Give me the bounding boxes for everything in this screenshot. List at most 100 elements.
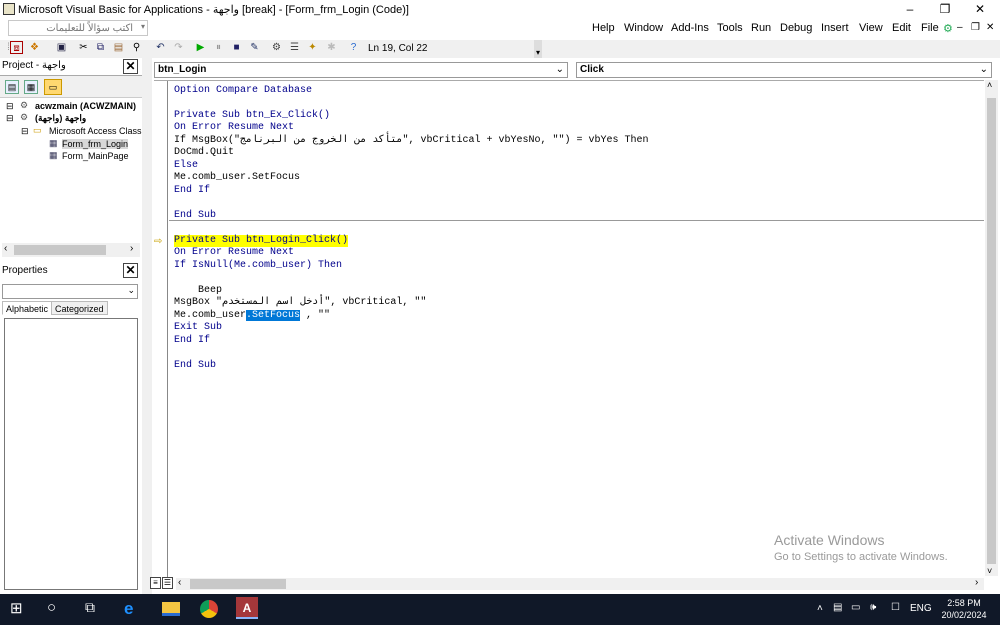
menu-insert[interactable]: Insert — [821, 22, 849, 34]
properties-list[interactable] — [4, 318, 138, 590]
input-language[interactable]: ENG — [910, 603, 932, 614]
find-icon[interactable]: ⚲ — [130, 41, 143, 54]
code-vscroll-thumb[interactable] — [987, 98, 996, 564]
battery-icon[interactable]: ▭ — [851, 602, 860, 613]
project-scroll-thumb[interactable] — [14, 245, 106, 255]
menu-view[interactable]: View — [859, 22, 883, 34]
code-line-current[interactable]: Private Sub btn_Login_Click() — [174, 235, 349, 247]
menu-add-ins[interactable]: Add-Ins — [671, 22, 709, 34]
scroll-left-icon[interactable]: ‹ — [178, 577, 181, 588]
undo-icon[interactable]: ↶ — [154, 41, 167, 54]
scroll-down-icon[interactable]: ˅ — [987, 566, 992, 576]
tree-project-main[interactable]: واجهة (واجهة) — [35, 113, 86, 124]
code-line[interactable]: Option Compare Database — [174, 85, 312, 97]
redo-icon[interactable]: ↷ — [172, 41, 185, 54]
menu-help[interactable]: Help — [592, 22, 615, 34]
mdi-restore-button[interactable]: ❐ — [971, 22, 980, 33]
code-editor[interactable]: ⇨ Option Compare Database Private Sub bt… — [154, 80, 984, 577]
full-module-view-icon[interactable]: ☰ — [162, 577, 173, 589]
cut-icon[interactable]: ✂ — [77, 41, 90, 54]
tree-form-mainpage[interactable]: Form_MainPage — [62, 151, 129, 161]
scroll-up-icon[interactable]: ˄ — [987, 80, 992, 90]
chrome-icon[interactable] — [200, 600, 218, 618]
pane-divider[interactable] — [142, 58, 152, 594]
object-select[interactable]: btn_Login ⌄ — [154, 62, 568, 78]
code-hscrollbar[interactable] — [176, 578, 984, 590]
code-line[interactable]: Beep — [174, 285, 222, 297]
file-explorer-icon[interactable] — [162, 602, 180, 616]
save-icon[interactable]: ▣ — [55, 41, 68, 54]
collapse-icon[interactable]: ⊟ — [6, 113, 14, 124]
design-mode-icon[interactable]: ✎ — [248, 41, 261, 54]
code-hscroll-thumb[interactable] — [190, 579, 286, 589]
menu-debug[interactable]: Debug — [780, 22, 812, 34]
code-line[interactable]: Exit Sub — [174, 322, 222, 334]
code-line[interactable]: MsgBox "أدخل اسم المستخدم", vbCritical, … — [174, 297, 426, 309]
toolbar-overflow[interactable]: ▾ — [534, 40, 542, 58]
copy-icon[interactable]: ⧉ — [94, 41, 107, 54]
close-button[interactable]: ✕ — [970, 1, 990, 17]
expand-icon[interactable]: ⊟ — [6, 101, 14, 112]
help-search-input[interactable]: اكتب سؤالاً للتعليمات ▾ — [8, 20, 148, 36]
tree-form-frm-login[interactable]: Form_frm_Login — [62, 139, 129, 149]
scroll-right-icon[interactable]: › — [130, 243, 133, 254]
project-explorer-icon[interactable]: ⚙ — [270, 41, 283, 54]
tab-alphabetic[interactable]: Alphabetic — [2, 301, 53, 315]
toggle-folders-icon[interactable]: ▭ — [44, 79, 62, 95]
mdi-close-button[interactable]: ✕ — [986, 22, 994, 33]
collapse-icon[interactable]: ⊟ — [21, 126, 29, 137]
code-line[interactable]: Private Sub btn_Ex_Click() — [174, 110, 330, 122]
search-icon[interactable]: ○ — [47, 599, 67, 619]
notification-icon[interactable]: ☐ — [891, 602, 900, 613]
code-line[interactable]: DoCmd.Quit — [174, 147, 234, 159]
break-icon[interactable]: ⏸ — [212, 41, 225, 54]
menu-file[interactable]: File — [921, 22, 939, 34]
tab-categorized[interactable]: Categorized — [51, 301, 108, 315]
scroll-left-icon[interactable]: ‹ — [4, 243, 7, 254]
restore-button[interactable]: ❐ — [935, 1, 955, 17]
procedure-view-icon[interactable]: ≡ — [150, 577, 161, 589]
procedure-select[interactable]: Click ⌄ — [576, 62, 992, 78]
code-line[interactable]: End If — [174, 185, 210, 197]
margin-indicator-bar[interactable] — [154, 81, 168, 577]
code-line[interactable]: On Error Resume Next — [174, 122, 294, 134]
code-line[interactable]: If IsNull(Me.comb_user) Then — [174, 260, 342, 272]
properties-icon[interactable]: ☰ — [288, 41, 301, 54]
reset-icon[interactable]: ■ — [230, 41, 243, 54]
show-hidden-icons-icon[interactable]: ˄ — [817, 603, 823, 614]
code-line[interactable]: Else — [174, 160, 198, 172]
code-line[interactable]: Me.comb_user.SetFocus — [174, 172, 300, 184]
menu-window[interactable]: Window — [624, 22, 663, 34]
menu-tools[interactable]: Tools — [717, 22, 743, 34]
code-line[interactable]: Me.comb_user.SetFocus , "" — [174, 310, 330, 322]
view-object-icon[interactable]: ▦ — [24, 80, 38, 94]
mdi-minimize-button[interactable]: – — [957, 22, 963, 33]
clock[interactable]: 2:58 PM 20/02/2024 — [940, 597, 988, 621]
network-icon[interactable]: ▤ — [833, 602, 842, 613]
scroll-right-icon[interactable]: › — [975, 577, 978, 588]
windows-start-icon[interactable]: ⊞ — [10, 599, 30, 619]
help-icon[interactable]: ? — [347, 41, 360, 54]
run-icon[interactable]: ▶ — [194, 41, 207, 54]
edge-icon[interactable]: e — [124, 599, 144, 619]
code-line[interactable]: End If — [174, 335, 210, 347]
minimize-button[interactable]: – — [900, 1, 920, 17]
paste-icon[interactable]: ▤ — [112, 41, 125, 54]
tree-project-acwzmain[interactable]: acwzmain (ACWZMAIN) — [35, 101, 136, 111]
view-access-icon[interactable]: ⧈ — [10, 41, 23, 54]
properties-object-select[interactable]: ⌄ — [2, 284, 138, 299]
project-close-button[interactable]: ✕ — [123, 59, 138, 74]
object-browser-icon[interactable]: ✦ — [306, 41, 319, 54]
menu-run[interactable]: Run — [751, 22, 771, 34]
view-code-icon[interactable]: ▤ — [5, 80, 19, 94]
code-line[interactable]: If MsgBox("متأكد من الخروج من البرنامج",… — [174, 135, 649, 147]
tree-folder-class-objects[interactable]: Microsoft Access Class ( — [49, 126, 147, 136]
code-line[interactable]: On Error Resume Next — [174, 247, 294, 259]
toolbox-icon[interactable]: ✱ — [325, 41, 338, 54]
access-app-icon[interactable]: A — [236, 597, 258, 619]
task-view-icon[interactable]: ⧉ — [85, 599, 105, 619]
menu-edit[interactable]: Edit — [892, 22, 911, 34]
properties-close-button[interactable]: ✕ — [123, 263, 138, 278]
volume-icon[interactable]: 🕪 — [870, 602, 876, 613]
insert-module-icon[interactable]: ❖ — [28, 41, 41, 54]
